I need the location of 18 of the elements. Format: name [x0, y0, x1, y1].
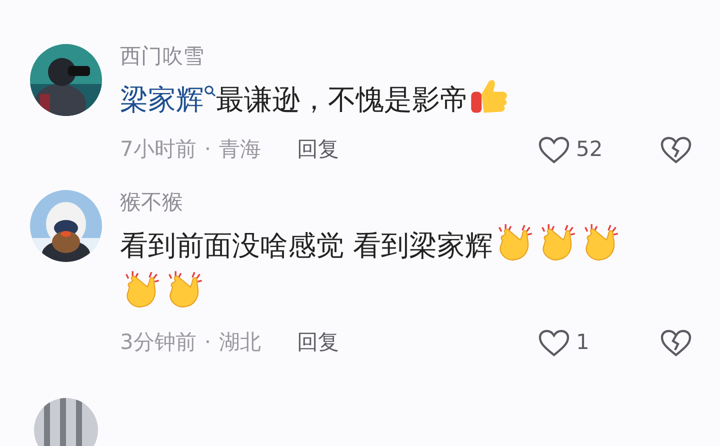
- heart-icon[interactable]: [538, 328, 570, 357]
- location: 湖北: [219, 328, 262, 356]
- reply-button[interactable]: 回复: [297, 134, 340, 166]
- timestamp: 7小时前: [120, 136, 196, 164]
- timestamp: 3分钟前: [120, 328, 196, 356]
- broken-heart-icon[interactable]: [660, 136, 692, 164]
- separator: ·: [204, 328, 212, 356]
- heart-icon[interactable]: [538, 136, 570, 164]
- comment-text: 看到前面没啥感觉 看到梁家辉: [120, 228, 493, 262]
- like-count: 52: [576, 136, 604, 164]
- mention-link[interactable]: 梁家辉: [120, 83, 216, 116]
- location: 青海: [219, 136, 262, 164]
- like-count: 1: [576, 328, 590, 356]
- comment-text: 最谦逊，不愧是影帝: [216, 83, 468, 116]
- search-icon: [204, 85, 216, 100]
- separator: ·: [204, 136, 212, 164]
- reply-button[interactable]: 回复: [297, 326, 340, 358]
- broken-heart-icon[interactable]: [660, 328, 692, 357]
